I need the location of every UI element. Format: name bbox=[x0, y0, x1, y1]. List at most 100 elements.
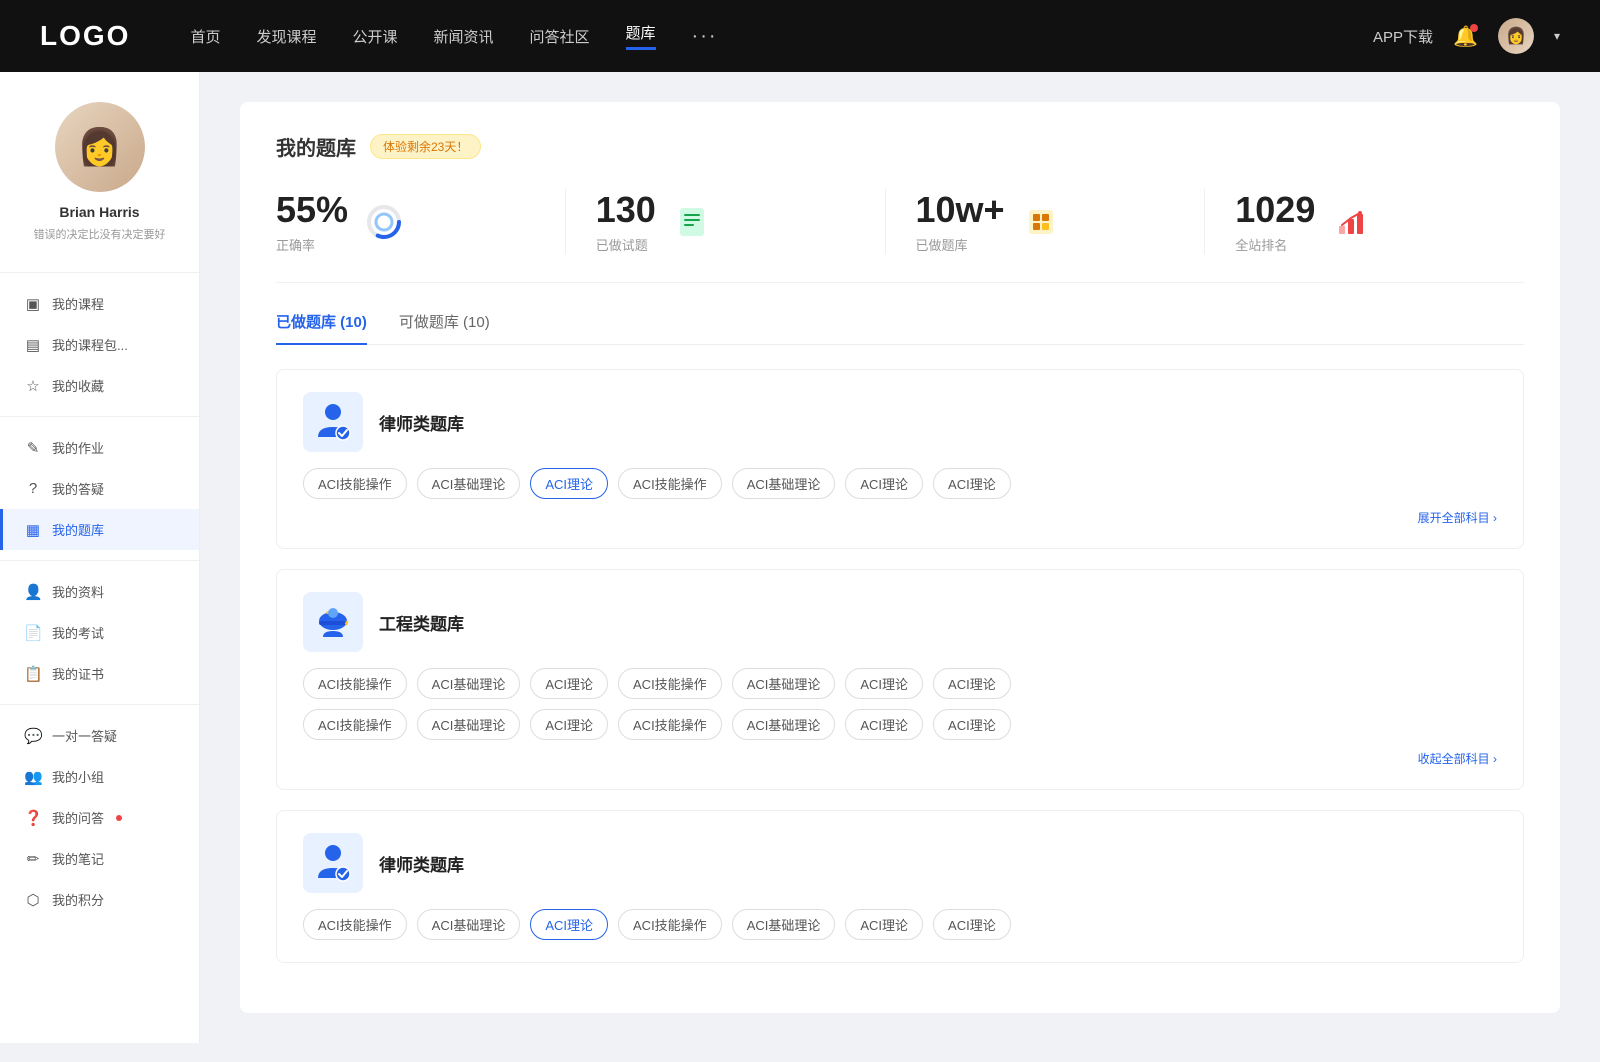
bank-tag[interactable]: ACI理论 bbox=[933, 709, 1011, 740]
bank-tag[interactable]: ACI基础理论 bbox=[732, 468, 836, 499]
bank-tag[interactable]: ACI技能操作 bbox=[618, 909, 722, 940]
collapse-button[interactable]: 收起全部科目 › bbox=[1418, 750, 1497, 767]
answer-icon: ❓ bbox=[24, 809, 42, 827]
stat-number-site-rank: 1029 全站排名 bbox=[1235, 189, 1315, 254]
sidebar-item-my-cert[interactable]: 📋 我的证书 bbox=[0, 653, 199, 694]
bank-footer-2: 收起全部科目 › bbox=[303, 750, 1497, 767]
lawyer-icon-2 bbox=[303, 833, 363, 893]
logo[interactable]: LOGO bbox=[40, 20, 130, 52]
sidebar: 👩 Brian Harris 错误的决定比没有决定要好 ▣ 我的课程 ▤ 我的课… bbox=[0, 72, 200, 1043]
unread-dot bbox=[116, 815, 122, 821]
nav-discover[interactable]: 发现课程 bbox=[256, 26, 316, 47]
bank-tag-selected[interactable]: ACI理论 bbox=[530, 909, 608, 940]
package-icon: ▤ bbox=[24, 336, 42, 354]
bank-tag[interactable]: ACI技能操作 bbox=[303, 668, 407, 699]
nav-news[interactable]: 新闻资讯 bbox=[434, 26, 494, 47]
sidebar-item-label: 我的收藏 bbox=[52, 376, 104, 395]
sidebar-item-one-on-one[interactable]: 💬 一对一答疑 bbox=[0, 715, 199, 756]
notification-dot bbox=[1470, 24, 1478, 32]
site-rank-icon bbox=[1331, 202, 1371, 242]
bank-tags-2-row2: ACI技能操作 ACI基础理论 ACI理论 ACI技能操作 ACI基础理论 AC… bbox=[303, 709, 1497, 740]
sidebar-item-label: 我的考试 bbox=[52, 623, 104, 642]
avatar[interactable]: 👩 bbox=[1498, 18, 1534, 54]
bank-tag[interactable]: ACI基础理论 bbox=[417, 668, 521, 699]
star-icon: ☆ bbox=[24, 377, 42, 395]
nav-home[interactable]: 首页 bbox=[190, 26, 220, 47]
notification-bell[interactable]: 🔔 bbox=[1453, 24, 1478, 49]
bank-tag[interactable]: ACI技能操作 bbox=[303, 909, 407, 940]
sidebar-item-label: 一对一答疑 bbox=[52, 726, 117, 745]
bank-tag[interactable]: ACI理论 bbox=[845, 468, 923, 499]
bank-title-3: 律师类题库 bbox=[379, 851, 464, 876]
bank-tag[interactable]: ACI基础理论 bbox=[732, 668, 836, 699]
bank-tag[interactable]: ACI理论 bbox=[933, 909, 1011, 940]
sidebar-item-label: 我的笔记 bbox=[52, 849, 104, 868]
bank-tag[interactable]: ACI技能操作 bbox=[303, 468, 407, 499]
sidebar-item-label: 我的课程 bbox=[52, 294, 104, 313]
tab-todo[interactable]: 可做题库 (10) bbox=[399, 311, 490, 344]
expand-button-1[interactable]: 展开全部科目 › bbox=[1418, 509, 1497, 526]
page-header: 我的题库 体验剩余23天！ bbox=[276, 132, 1524, 161]
notes-icon: ✏ bbox=[24, 850, 42, 868]
sidebar-item-my-points[interactable]: ⬡ 我的积分 bbox=[0, 879, 199, 920]
bank-card-header-2: 工程类题库 bbox=[303, 592, 1497, 652]
bank-tag[interactable]: ACI基础理论 bbox=[417, 909, 521, 940]
sidebar-item-my-course[interactable]: ▣ 我的课程 bbox=[0, 283, 199, 324]
sidebar-item-my-exam[interactable]: 📄 我的考试 bbox=[0, 612, 199, 653]
nav-question[interactable]: 题库 bbox=[626, 22, 656, 50]
main-content: 我的题库 体验剩余23天！ 55% 正确率 bbox=[200, 72, 1600, 1043]
bank-tag[interactable]: ACI理论 bbox=[530, 668, 608, 699]
sidebar-item-my-answer[interactable]: ❓ 我的问答 bbox=[0, 797, 199, 838]
sidebar-item-label: 我的答疑 bbox=[52, 479, 104, 498]
bank-tag[interactable]: ACI理论 bbox=[845, 668, 923, 699]
bank-tag[interactable]: ACI理论 bbox=[530, 709, 608, 740]
bank-card-engineer: 工程类题库 ACI技能操作 ACI基础理论 ACI理论 ACI技能操作 ACI基… bbox=[276, 569, 1524, 790]
bank-tag[interactable]: ACI理论 bbox=[933, 468, 1011, 499]
bank-tag[interactable]: ACI理论 bbox=[845, 909, 923, 940]
cert-icon: 📋 bbox=[24, 665, 42, 683]
sidebar-item-my-profile[interactable]: 👤 我的资料 bbox=[0, 571, 199, 612]
bank-tag[interactable]: ACI技能操作 bbox=[618, 468, 722, 499]
sidebar-item-my-favorites[interactable]: ☆ 我的收藏 bbox=[0, 365, 199, 406]
bank-tag-selected[interactable]: ACI理论 bbox=[530, 468, 608, 499]
sidebar-divider-4 bbox=[0, 704, 199, 705]
sidebar-divider-2 bbox=[0, 416, 199, 417]
bank-tag[interactable]: ACI技能操作 bbox=[303, 709, 407, 740]
sidebar-item-my-group[interactable]: 👥 我的小组 bbox=[0, 756, 199, 797]
nav-more[interactable]: ··· bbox=[692, 25, 718, 48]
done-questions-icon bbox=[672, 202, 712, 242]
app-download-button[interactable]: APP下载 bbox=[1373, 26, 1433, 47]
sidebar-item-my-bank[interactable]: ▦ 我的题库 bbox=[0, 509, 199, 550]
sidebar-username: Brian Harris bbox=[20, 204, 179, 220]
bank-tag[interactable]: ACI基础理论 bbox=[417, 468, 521, 499]
bank-card-header-3: 律师类题库 bbox=[303, 833, 1497, 893]
sidebar-item-my-package[interactable]: ▤ 我的课程包... bbox=[0, 324, 199, 365]
sidebar-item-my-questions[interactable]: ? 我的答疑 bbox=[0, 468, 199, 509]
bank-tag[interactable]: ACI基础理论 bbox=[732, 709, 836, 740]
stat-done-questions: 130 已做试题 bbox=[566, 189, 886, 254]
sidebar-item-my-notes[interactable]: ✏ 我的笔记 bbox=[0, 838, 199, 879]
sidebar-item-label: 我的课程包... bbox=[52, 335, 128, 354]
nav-open[interactable]: 公开课 bbox=[352, 26, 397, 47]
course-icon: ▣ bbox=[24, 295, 42, 313]
bank-card-lawyer-2: 律师类题库 ACI技能操作 ACI基础理论 ACI理论 ACI技能操作 ACI基… bbox=[276, 810, 1524, 963]
question-icon: ? bbox=[24, 480, 42, 497]
bank-tag[interactable]: ACI基础理论 bbox=[417, 709, 521, 740]
nav-qa[interactable]: 问答社区 bbox=[530, 26, 590, 47]
homework-icon: ✎ bbox=[24, 439, 42, 457]
navbar: LOGO 首页 发现课程 公开课 新闻资讯 问答社区 题库 ··· APP下载 … bbox=[0, 0, 1600, 72]
nav-right: APP下载 🔔 👩 ▾ bbox=[1373, 18, 1560, 54]
points-icon: ⬡ bbox=[24, 891, 42, 909]
stat-number-done-banks: 10w+ 已做题库 bbox=[916, 189, 1005, 254]
bank-tag[interactable]: ACI技能操作 bbox=[618, 709, 722, 740]
sidebar-item-my-homework[interactable]: ✎ 我的作业 bbox=[0, 427, 199, 468]
engineer-icon bbox=[303, 592, 363, 652]
bank-tag[interactable]: ACI理论 bbox=[845, 709, 923, 740]
sidebar-item-label: 我的作业 bbox=[52, 438, 104, 457]
chevron-down-icon[interactable]: ▾ bbox=[1554, 29, 1560, 43]
bank-tag[interactable]: ACI技能操作 bbox=[618, 668, 722, 699]
layout: 👩 Brian Harris 错误的决定比没有决定要好 ▣ 我的课程 ▤ 我的课… bbox=[0, 72, 1600, 1043]
bank-tag[interactable]: ACI基础理论 bbox=[732, 909, 836, 940]
bank-tag[interactable]: ACI理论 bbox=[933, 668, 1011, 699]
tab-done[interactable]: 已做题库 (10) bbox=[276, 311, 367, 344]
